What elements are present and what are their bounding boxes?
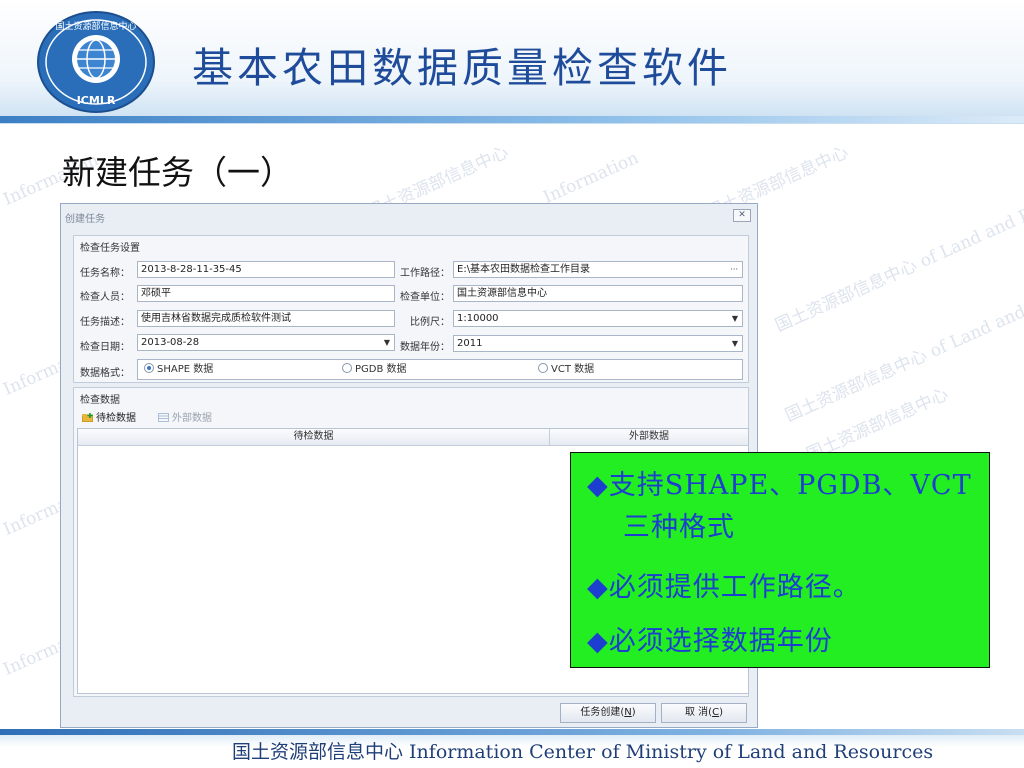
format-shape-radio[interactable]: SHAPE 数据	[144, 362, 213, 377]
logo-abbr: ICMLR	[77, 94, 116, 107]
callout-text: 必须选择数据年份	[608, 626, 833, 657]
date-label: 检查日期：	[80, 342, 130, 353]
task-settings-group: 检查任务设置 任务名称： 2013-8-28-11-35-45 工作路径： E:…	[73, 235, 749, 383]
inspector-label: 检查人员：	[80, 292, 130, 303]
slide-subtitle: 新建任务（一）	[62, 153, 293, 192]
callout-text: 支持SHAPE、PGDB、VCT	[608, 470, 972, 501]
callout-line: 三种格式	[623, 505, 735, 544]
table-icon	[158, 413, 169, 422]
diamond-bullet-icon: ◆	[587, 470, 609, 501]
callout-line: ◆必须提供工作路径。	[587, 565, 861, 604]
unit-input[interactable]: 国土资源部信息中心	[453, 285, 743, 302]
radio-selected-icon	[144, 363, 154, 373]
task-name-label: 任务名称：	[80, 268, 130, 279]
header-divider	[0, 116, 1024, 123]
feature-callout: ◆支持SHAPE、PGDB、VCT 三种格式 ◆必须提供工作路径。 ◆必须选择数…	[570, 452, 990, 668]
footer-text: 国土资源部信息中心 Information Center of Ministry…	[232, 741, 934, 763]
create-task-button[interactable]: 任务创建(N)	[560, 703, 656, 723]
watermark-text: Information	[540, 148, 642, 208]
work-path-label: 工作路径：	[400, 268, 450, 279]
add-folder-icon	[82, 413, 93, 422]
diamond-bullet-icon: ◆	[587, 572, 609, 603]
callout-text: 三种格式	[623, 512, 735, 543]
radio-icon	[342, 363, 352, 373]
desc-label: 任务描述：	[80, 317, 130, 328]
task-name-input[interactable]: 2013-8-28-11-35-45	[137, 261, 395, 278]
format-radio-group: SHAPE 数据 PGDB 数据 VCT 数据	[137, 359, 743, 380]
year-label: 数据年份：	[400, 342, 450, 353]
work-path-input[interactable]: E:\基本农田数据检查工作目录 ···	[453, 261, 743, 278]
format-option-label: PGDB 数据	[355, 364, 407, 375]
column-header-external: 外部数据	[550, 429, 748, 446]
callout-line: ◆必须选择数据年份	[587, 619, 833, 658]
diamond-bullet-icon: ◆	[587, 626, 609, 657]
cancel-button-label: 取 消(	[685, 707, 713, 718]
format-pgdb-radio[interactable]: PGDB 数据	[342, 362, 407, 377]
external-data-tab[interactable]: 外部数据	[158, 409, 212, 424]
settings-group-title: 检查任务设置	[80, 243, 140, 254]
chevron-down-icon: ▼	[383, 338, 390, 347]
pending-data-tab-label: 待检数据	[96, 413, 136, 424]
cancel-button[interactable]: 取 消(C)	[661, 703, 747, 723]
format-label: 数据格式：	[80, 368, 130, 379]
scale-label: 比例尺：	[410, 317, 450, 328]
desc-input[interactable]: 使用吉林省数据完成质检软件测试	[137, 310, 395, 327]
logo-text: 国土资源部信息中心	[55, 20, 136, 32]
date-value: 2013-08-28	[141, 337, 200, 348]
callout-text: 必须提供工作路径。	[608, 572, 861, 603]
cancel-button-suffix: )	[719, 707, 723, 718]
data-group-title: 检查数据	[80, 395, 120, 406]
footer-divider	[0, 729, 1024, 735]
create-button-label: 任务创建(	[580, 707, 625, 718]
year-select[interactable]: 2011 ▼	[453, 335, 743, 352]
chevron-down-icon: ▼	[731, 314, 738, 323]
work-path-value: E:\基本农田数据检查工作目录	[457, 264, 591, 275]
pending-data-tab[interactable]: 待检数据	[82, 409, 136, 424]
create-button-suffix: )	[631, 707, 636, 718]
icmlr-logo: 国土资源部信息中心 ICMLR	[37, 11, 155, 113]
external-data-tab-label: 外部数据	[172, 413, 212, 424]
close-icon[interactable]: ✕	[733, 209, 751, 222]
chevron-down-icon: ▼	[731, 339, 738, 348]
scale-select[interactable]: 1:10000 ▼	[453, 310, 743, 327]
slide-title: 基本农田数据质量检查软件	[192, 44, 732, 92]
format-option-label: VCT 数据	[551, 364, 595, 375]
column-header-pending: 待检数据	[78, 429, 550, 446]
format-option-label: SHAPE 数据	[157, 364, 214, 375]
radio-icon	[538, 363, 548, 373]
year-value: 2011	[457, 338, 483, 349]
date-picker[interactable]: 2013-08-28 ▼	[137, 334, 395, 351]
inspector-input[interactable]: 邓硕平	[137, 285, 395, 302]
dialog-title: 创建任务	[65, 214, 105, 225]
browse-button[interactable]: ···	[730, 262, 738, 277]
callout-line: ◆支持SHAPE、PGDB、VCT	[587, 463, 972, 502]
format-vct-radio[interactable]: VCT 数据	[538, 362, 594, 377]
unit-label: 检查单位：	[400, 292, 450, 303]
scale-value: 1:10000	[457, 313, 499, 324]
create-button-key: N	[624, 707, 632, 718]
